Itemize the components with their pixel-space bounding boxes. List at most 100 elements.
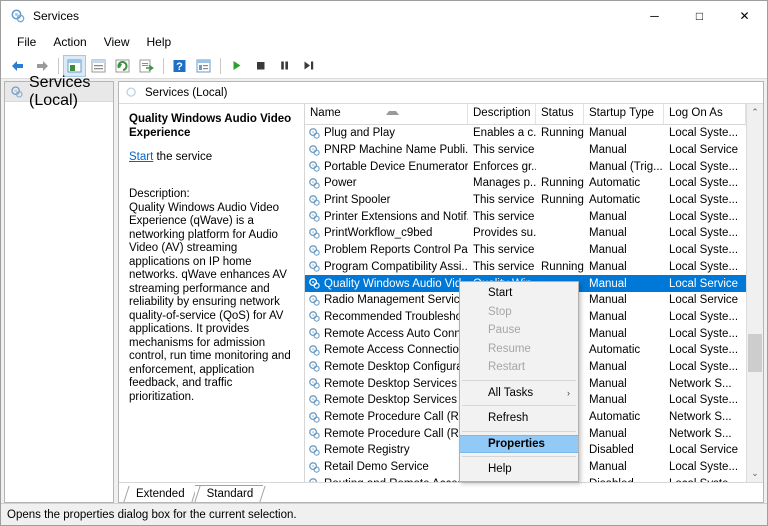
view-button[interactable] <box>192 55 215 77</box>
stop-service-icon <box>257 62 265 70</box>
context-menu-item-all-tasks[interactable]: All Tasks › <box>460 384 578 403</box>
context-menu-item-help[interactable]: Help <box>460 460 578 479</box>
cell-startup-type: Manual <box>589 144 627 157</box>
scroll-up-arrow[interactable]: ⌃ <box>747 104 763 121</box>
window-controls: ─ □ ✕ <box>632 1 767 31</box>
menu-help[interactable]: Help <box>139 33 180 51</box>
service-gear-icon <box>309 278 320 289</box>
cell-log-on-as: Network S... <box>669 377 732 390</box>
table-row[interactable]: Power Manages p... Running Automatic Local S… <box>305 175 746 192</box>
table-row[interactable]: PrintWorkflow_c9bed Provides su... Manual L… <box>305 225 746 242</box>
cell-startup-type: Manual <box>589 327 627 340</box>
scroll-track[interactable] <box>747 121 763 465</box>
context-menu-separator <box>462 430 576 432</box>
context-menu-item-label: Start <box>488 287 513 300</box>
table-row[interactable]: PNRP Machine Name Publi... This service .… <box>305 142 746 159</box>
vertical-scrollbar[interactable]: ⌃ ⌄ <box>746 104 763 482</box>
services-window: Services ─ □ ✕ File Action View Help ? S… <box>0 0 768 526</box>
cell-startup-type: Disabled <box>584 478 664 482</box>
cell-startup-type: Manual <box>589 260 627 273</box>
column-header-name[interactable]: Name <box>305 104 468 124</box>
column-header-status[interactable]: Status <box>536 104 584 124</box>
menu-file[interactable]: File <box>9 33 44 51</box>
minimize-button[interactable]: ─ <box>632 1 677 31</box>
table-row[interactable]: Problem Reports Control Pa... This servic… <box>305 242 746 259</box>
menu-action[interactable]: Action <box>45 33 94 51</box>
refresh-button[interactable] <box>111 55 134 77</box>
table-row[interactable]: Print Spooler This service ... Running Auto… <box>305 192 746 209</box>
service-name-label: Remote Access Auto Conne. <box>324 327 468 340</box>
scroll-thumb[interactable] <box>748 334 762 373</box>
context-menu-item-resume: Resume <box>460 340 578 359</box>
close-button[interactable]: ✕ <box>722 1 767 31</box>
cell-status: Running <box>541 177 584 190</box>
service-gear-icon <box>309 445 320 456</box>
cell-name: Plug and Play <box>305 127 468 140</box>
services-gear-icon <box>11 85 23 98</box>
table-row[interactable]: Program Compatibility Assi... This servic… <box>305 259 746 276</box>
service-gear-icon <box>309 478 318 482</box>
cell-log-on-as: Network S... <box>669 411 732 424</box>
back-button[interactable] <box>6 55 29 77</box>
toolbar: ? <box>1 53 767 79</box>
pause-service-button[interactable] <box>273 55 296 77</box>
cell-startup-type: Automatic <box>589 177 641 190</box>
tab-standard[interactable]: Standard <box>194 485 264 502</box>
start-service-link[interactable]: Start <box>129 151 153 163</box>
table-row[interactable]: Printer Extensions and Notif... This serv… <box>305 208 746 225</box>
column-header-startup-type[interactable]: Startup Type <box>584 104 664 124</box>
cell-log-on-as: Local Syste... <box>669 310 739 323</box>
context-menu-item-label: Restart <box>488 361 526 374</box>
content-pane: Services (Local) Quality Windows Audio V… <box>118 81 764 503</box>
cell-log-on-as: Local Syste... <box>669 394 739 407</box>
cell-description: This service ... <box>473 260 536 273</box>
table-row[interactable]: Plug and Play Enables a c... Running Manual… <box>305 125 746 142</box>
export-list-button[interactable] <box>135 55 158 77</box>
maximize-button[interactable]: □ <box>677 1 722 31</box>
tree-node-services-local[interactable]: Services (Local) <box>5 74 113 109</box>
column-header-log-on-as[interactable]: Log On As <box>664 104 746 124</box>
cell-name: Problem Reports Control Pa... <box>305 244 468 257</box>
help-icon: ? <box>173 59 186 73</box>
service-action-suffix: the service <box>153 151 213 163</box>
table-row[interactable]: Portable Device Enumerator... Enforces gr… <box>305 158 746 175</box>
toolbar-separator-3 <box>220 57 221 74</box>
column-header-description[interactable]: Description <box>468 104 536 124</box>
cell-name: Routing and Remote Access <box>305 477 468 482</box>
cell-log-on-as: Local Syste... <box>669 210 739 223</box>
cell-name: Remote Registry <box>305 444 468 457</box>
context-menu-item-label: Refresh <box>488 412 529 425</box>
context-menu-item-refresh[interactable]: Refresh <box>460 409 578 428</box>
context-menu-item-start[interactable]: Start <box>460 284 578 303</box>
service-name-label: Print Spooler <box>324 194 391 207</box>
menu-bar: File Action View Help <box>1 31 767 53</box>
cell-log-on-as: Local Syste... <box>669 461 739 474</box>
cell-status: Running <box>541 260 584 273</box>
menu-view[interactable]: View <box>96 33 138 51</box>
context-menu-item-label: Pause <box>488 324 521 337</box>
help-button[interactable]: ? <box>168 55 191 77</box>
service-name-label: PrintWorkflow_c9bed <box>324 227 433 240</box>
cell-startup-type: Manual <box>589 310 627 323</box>
status-bar: Opens the properties dialog box for the … <box>1 503 767 525</box>
window-title: Services <box>33 8 80 23</box>
tab-extended[interactable]: Extended <box>124 486 195 502</box>
service-name-label: Problem Reports Control Pa... <box>324 244 468 257</box>
show-hide-tree-icon <box>67 59 82 72</box>
start-service-button[interactable] <box>225 55 248 77</box>
scroll-down-arrow[interactable]: ⌄ <box>747 465 763 482</box>
service-name-label: Program Compatibility Assi... <box>324 260 468 273</box>
stop-service-button[interactable] <box>249 55 272 77</box>
service-name-label: Power <box>324 177 357 190</box>
context-menu-item-properties[interactable]: Properties <box>460 434 578 453</box>
cell-description: Enforces gr... <box>473 160 536 173</box>
export-list-icon <box>139 59 154 72</box>
service-name-label: Remote Desktop Configurat. <box>324 360 468 373</box>
service-gear-icon <box>309 244 320 256</box>
start-service-icon <box>233 61 241 70</box>
restart-service-button[interactable] <box>297 55 320 77</box>
content-header-label: Services (Local) <box>145 86 228 99</box>
service-gear-icon <box>309 378 320 389</box>
service-description-body: Quality Windows Audio Video Experience (… <box>129 201 291 403</box>
service-gear-icon <box>309 161 320 172</box>
